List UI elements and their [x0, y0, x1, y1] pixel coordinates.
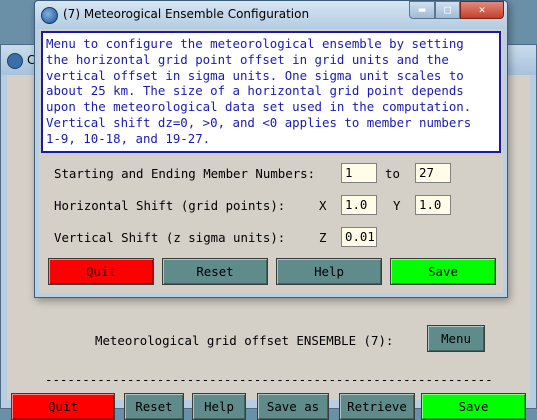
parent-help-button[interactable]: Help	[192, 393, 246, 420]
parent-reset-button[interactable]: Reset	[124, 393, 184, 420]
menu-button[interactable]: Menu	[427, 325, 485, 352]
minimize-icon: ▬	[418, 3, 426, 16]
x-shift-input[interactable]: 1.0	[341, 195, 377, 215]
start-member-input[interactable]: 1	[341, 163, 377, 183]
close-icon: ✕	[478, 3, 486, 16]
z-label: Z	[319, 230, 327, 245]
parent-quit-button[interactable]: Quit	[11, 393, 115, 420]
help-text: Menu to configure the meteorological ens…	[41, 31, 501, 153]
retrieve-button[interactable]: Retrieve	[339, 393, 415, 420]
member-numbers-label: Starting and Ending Member Numbers:	[54, 166, 316, 181]
parent-save-button[interactable]: Save	[421, 393, 526, 420]
z-shift-input[interactable]: 0.01	[341, 227, 377, 247]
horizontal-shift-label: Horizontal Shift (grid points):	[54, 198, 286, 213]
app-icon	[7, 53, 23, 69]
ensemble-config-dialog: (7) Meteorogical Ensemble Configuration …	[34, 0, 508, 298]
y-label: Y	[393, 198, 401, 213]
help-button[interactable]: Help	[276, 258, 382, 285]
dialog-title: (7) Meteorogical Ensemble Configuration	[63, 7, 310, 21]
close-button[interactable]: ✕	[460, 1, 504, 19]
separator-line: ----------------------------------------…	[45, 372, 493, 387]
y-shift-input[interactable]: 1.0	[415, 195, 451, 215]
end-member-input[interactable]: 27	[415, 163, 451, 183]
maximize-icon: □	[444, 3, 451, 16]
reset-button[interactable]: Reset	[162, 258, 268, 285]
minimize-button[interactable]: ▬	[409, 1, 435, 19]
save-button[interactable]: Save	[390, 258, 496, 285]
quit-button[interactable]: Quit	[48, 258, 154, 285]
to-label: to	[385, 166, 400, 181]
ensemble-label: Meteorological grid offset ENSEMBLE (7):	[95, 333, 394, 348]
dialog-titlebar[interactable]: (7) Meteorogical Ensemble Configuration …	[35, 1, 507, 29]
app-icon	[41, 7, 58, 24]
maximize-button[interactable]: □	[435, 1, 460, 19]
vertical-shift-label: Vertical Shift (z sigma units):	[54, 230, 286, 245]
save-as-button[interactable]: Save as	[257, 393, 329, 420]
dialog-client-area: Menu to configure the meteorological ens…	[39, 29, 503, 293]
x-label: X	[319, 198, 327, 213]
